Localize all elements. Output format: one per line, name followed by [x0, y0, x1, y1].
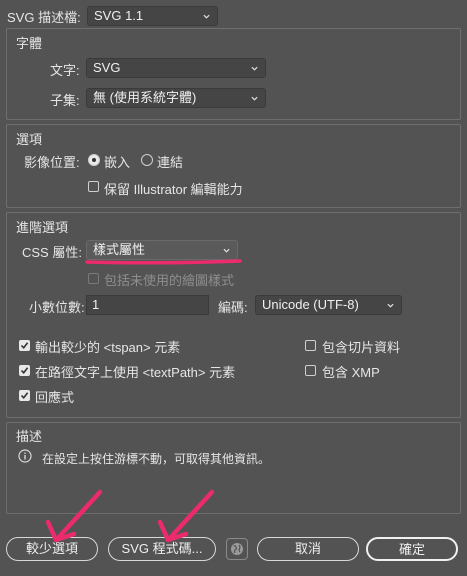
chevron-down-icon [251, 96, 258, 101]
unused-styles-checkbox[interactable] [88, 273, 99, 284]
checkmark-icon [20, 392, 29, 400]
svg-profile-value: SVG 1.1 [94, 8, 144, 23]
encoding-select[interactable]: Unicode (UTF-8) [255, 295, 402, 315]
font-subset-label: 子集: [50, 93, 80, 108]
annotation-arrows [45, 489, 215, 543]
description-section-title: 描述 [16, 429, 43, 444]
advanced-section-title: 進階選項 [16, 220, 69, 235]
chevron-down-icon [387, 303, 394, 308]
output-fewer-tspan-label[interactable]: 輸出較少的 <tspan> 元素 [35, 337, 180, 356]
font-subset-value: 無 (使用系統字體) [93, 90, 197, 105]
decimal-places-label: 小數位數: [29, 300, 85, 315]
description-hint-text: 在設定上按住游標不動，可取得其他資訊。 [42, 452, 271, 466]
include-xmp-checkbox[interactable] [305, 365, 316, 376]
css-properties-value: 樣式屬性 [93, 242, 146, 257]
chevron-down-icon [203, 14, 210, 19]
checkmark-icon [20, 367, 29, 375]
font-subset-select[interactable]: 無 (使用系統字體) [86, 88, 266, 108]
encoding-label: 編碼: [218, 300, 248, 315]
arrow-to-svg-code [167, 489, 215, 541]
link-label[interactable]: 連結 [157, 152, 183, 171]
preserve-editing-label[interactable]: 保留 Illustrator 編輯能力 [104, 179, 243, 198]
embed-label[interactable]: 嵌入 [104, 152, 130, 171]
highlight-underline [85, 259, 242, 265]
css-properties-select[interactable]: 樣式屬性 [86, 240, 238, 260]
font-type-label: 文字: [50, 63, 80, 78]
include-xmp-label[interactable]: 包含 XMP [322, 362, 380, 381]
embed-radio[interactable] [88, 154, 100, 166]
unused-styles-label[interactable]: 包括未使用的繪圖樣式 [104, 270, 234, 289]
checkmark-icon [20, 342, 29, 350]
use-textpath-checkbox[interactable] [19, 365, 30, 376]
encoding-value: Unicode (UTF-8) [262, 297, 359, 312]
info-icon [18, 449, 32, 463]
image-location-label: 影像位置: [24, 155, 80, 170]
chevron-down-icon [251, 66, 258, 71]
svg-profile-label: SVG 描述檔: [7, 10, 81, 25]
include-slicing-checkbox[interactable] [305, 340, 316, 351]
preserve-editing-checkbox[interactable] [88, 181, 99, 192]
font-type-value: SVG [93, 60, 121, 75]
use-textpath-label[interactable]: 在路徑文字上使用 <textPath> 元素 [35, 362, 235, 381]
chevron-down-icon [223, 248, 230, 253]
svg-profile-select[interactable]: SVG 1.1 [87, 6, 218, 26]
output-fewer-tspan-checkbox[interactable] [19, 340, 30, 351]
responsive-label[interactable]: 回應式 [35, 387, 74, 406]
css-properties-label: CSS 屬性: [22, 245, 82, 260]
responsive-checkbox[interactable] [19, 390, 30, 401]
decimal-places-input[interactable]: 1 [86, 295, 209, 315]
fonts-section-title: 字體 [16, 36, 43, 51]
options-section-title: 選項 [16, 132, 43, 147]
link-radio[interactable] [141, 154, 153, 166]
font-type-select[interactable]: SVG [86, 58, 266, 78]
include-slicing-label[interactable]: 包含切片資料 [322, 337, 400, 356]
arrow-to-less-options [55, 489, 103, 541]
